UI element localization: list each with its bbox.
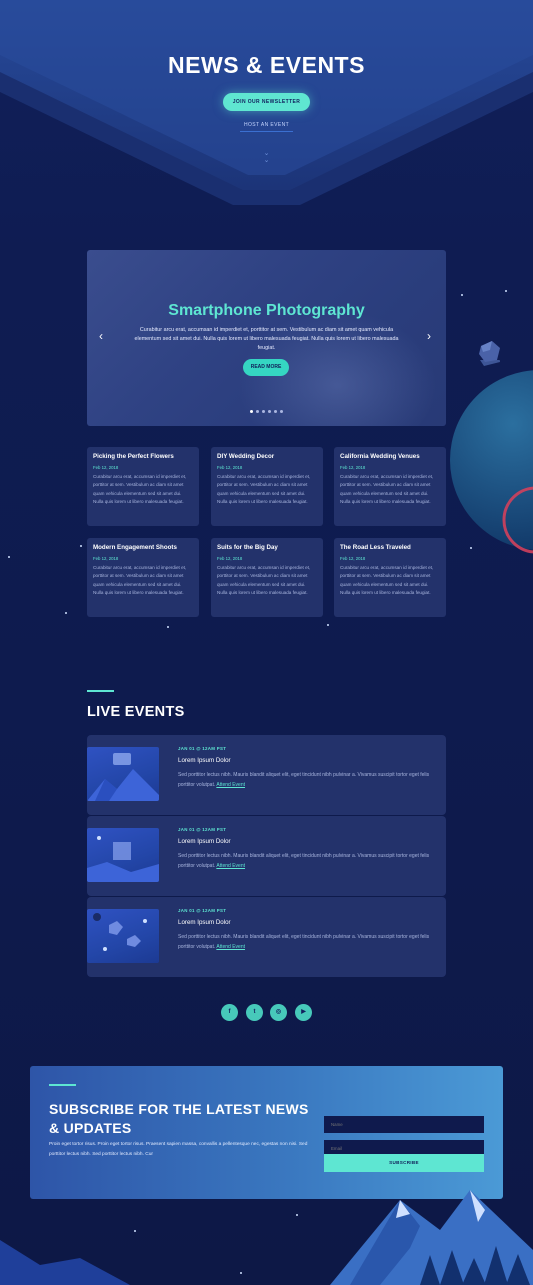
post-date: Feb 12, 2018 [93, 465, 119, 470]
subscribe-description: Proin eget tortor risus. Proin eget tort… [49, 1142, 308, 1157]
hero-background [0, 0, 533, 205]
post-title[interactable]: Suits for the Big Day [217, 544, 317, 551]
event-date: JAN 01 @ 12AM PST [178, 827, 227, 832]
post-date: Feb 12, 2018 [340, 556, 366, 561]
event-thumbnail[interactable] [87, 747, 159, 801]
post-excerpt: Curabitur arcu erat, accumsan id imperdi… [340, 474, 434, 505]
star-decoration [8, 556, 10, 558]
post-card[interactable]: The Road Less Traveled Feb 12, 2018 Cura… [334, 538, 446, 617]
post-title[interactable]: DIY Wedding Decor [217, 453, 317, 460]
page-title: NEWS & EVENTS [168, 52, 365, 78]
star-decoration [167, 626, 169, 628]
attend-event-link[interactable]: Attend Event [216, 782, 245, 788]
section-accent-line [87, 690, 114, 692]
star-decoration [327, 624, 329, 626]
chevron-left-icon[interactable]: ‹ [99, 330, 103, 342]
post-excerpt: Curabitur arcu erat, accumsan id imperdi… [93, 565, 187, 596]
event-title[interactable]: Lorem Ipsum Dolor [178, 838, 231, 845]
post-excerpt: Curabitur arcu erat, accumsan id imperdi… [217, 474, 311, 505]
post-card[interactable]: DIY Wedding Decor Feb 12, 2018 Curabitur… [211, 447, 323, 526]
subscribe-heading: SUBSCRIBE FOR THE LATEST NEWS & UPDATES [49, 1101, 309, 1136]
section-accent-line [49, 1084, 76, 1086]
event-title[interactable]: Lorem Ipsum Dolor [178, 757, 231, 764]
event-description: Sed porttitor lectus nibh. Mauris blandi… [178, 851, 433, 871]
post-title[interactable]: California Wedding Venues [340, 453, 440, 460]
event-date: JAN 01 @ 12AM PST [178, 908, 227, 913]
instagram-icon[interactable]: ◎ [270, 1004, 287, 1021]
event-description: Sed porttitor lectus nibh. Mauris blandi… [178, 932, 433, 952]
post-excerpt: Curabitur arcu erat, accumsan id imperdi… [93, 474, 187, 505]
star-decoration [505, 290, 507, 292]
event-item: JAN 01 @ 12AM PST Lorem Ipsum Dolor Sed … [87, 816, 446, 896]
twitter-icon[interactable]: t [246, 1004, 263, 1021]
join-newsletter-button[interactable]: JOIN OUR NEWSLETTER [223, 93, 310, 111]
event-description: Sed porttitor lectus nibh. Mauris blandi… [178, 770, 433, 790]
event-item: JAN 01 @ 12AM PST Lorem Ipsum Dolor Sed … [87, 897, 446, 977]
youtube-icon[interactable]: ▶ [295, 1004, 312, 1021]
read-more-button[interactable]: READ MORE [243, 359, 289, 376]
asteroid-icon [479, 341, 500, 362]
event-item: JAN 01 @ 12AM PST Lorem Ipsum Dolor Sed … [87, 735, 446, 815]
facebook-icon[interactable]: f [221, 1004, 238, 1021]
star-decoration [80, 545, 82, 547]
name-field[interactable] [324, 1116, 484, 1133]
host-event-link[interactable]: HOST AN EVENT [240, 122, 293, 132]
post-card[interactable]: Suits for the Big Day Feb 12, 2018 Curab… [211, 538, 323, 617]
planet-illustration [450, 360, 533, 554]
post-date: Feb 12, 2018 [217, 556, 243, 561]
featured-slider: Smartphone Photography Curabitur arcu er… [87, 250, 446, 426]
page: NEWS & EVENTS JOIN OUR NEWSLETTER HOST A… [0, 0, 533, 1285]
slider-dot[interactable] [274, 410, 277, 413]
post-excerpt: Curabitur arcu erat, accumsan id imperdi… [340, 565, 434, 596]
chevron-right-icon[interactable]: › [427, 330, 431, 342]
mountains-illustration [0, 1190, 533, 1285]
slide-title: Smartphone Photography [168, 302, 365, 319]
slider-dot[interactable] [256, 410, 259, 413]
slider-dot[interactable] [280, 410, 283, 413]
star-decoration [65, 612, 67, 614]
slide-description: Curabitur arcu erat, accumsan id imperdi… [134, 327, 399, 352]
event-thumbnail[interactable] [87, 909, 159, 963]
post-date: Feb 12, 2018 [217, 465, 243, 470]
post-title[interactable]: Picking the Perfect Flowers [93, 453, 193, 460]
event-date: JAN 01 @ 12AM PST [178, 746, 227, 751]
slider-dot[interactable] [268, 410, 271, 413]
post-title[interactable]: Modern Engagement Shoots [93, 544, 193, 551]
post-excerpt: Curabitur arcu erat, accumsan id imperdi… [217, 565, 311, 596]
post-card[interactable]: Modern Engagement Shoots Feb 12, 2018 Cu… [87, 538, 199, 617]
event-thumbnail[interactable] [87, 828, 159, 882]
post-card[interactable]: Picking the Perfect Flowers Feb 12, 2018… [87, 447, 199, 526]
slider-pagination [250, 410, 283, 413]
event-title[interactable]: Lorem Ipsum Dolor [178, 919, 231, 926]
slider-dot[interactable] [262, 410, 265, 413]
post-date: Feb 12, 2018 [340, 465, 366, 470]
post-title[interactable]: The Road Less Traveled [340, 544, 440, 551]
post-card[interactable]: California Wedding Venues Feb 12, 2018 C… [334, 447, 446, 526]
post-date: Feb 12, 2018 [93, 556, 119, 561]
live-events-heading: LIVE EVENTS [87, 704, 185, 720]
chevron-double-down-icon[interactable]: ⌄ ⌄ [262, 150, 271, 164]
attend-event-link[interactable]: Attend Event [216, 944, 245, 950]
slider-dot[interactable] [250, 410, 253, 413]
star-decoration [461, 294, 463, 296]
attend-event-link[interactable]: Attend Event [216, 863, 245, 869]
